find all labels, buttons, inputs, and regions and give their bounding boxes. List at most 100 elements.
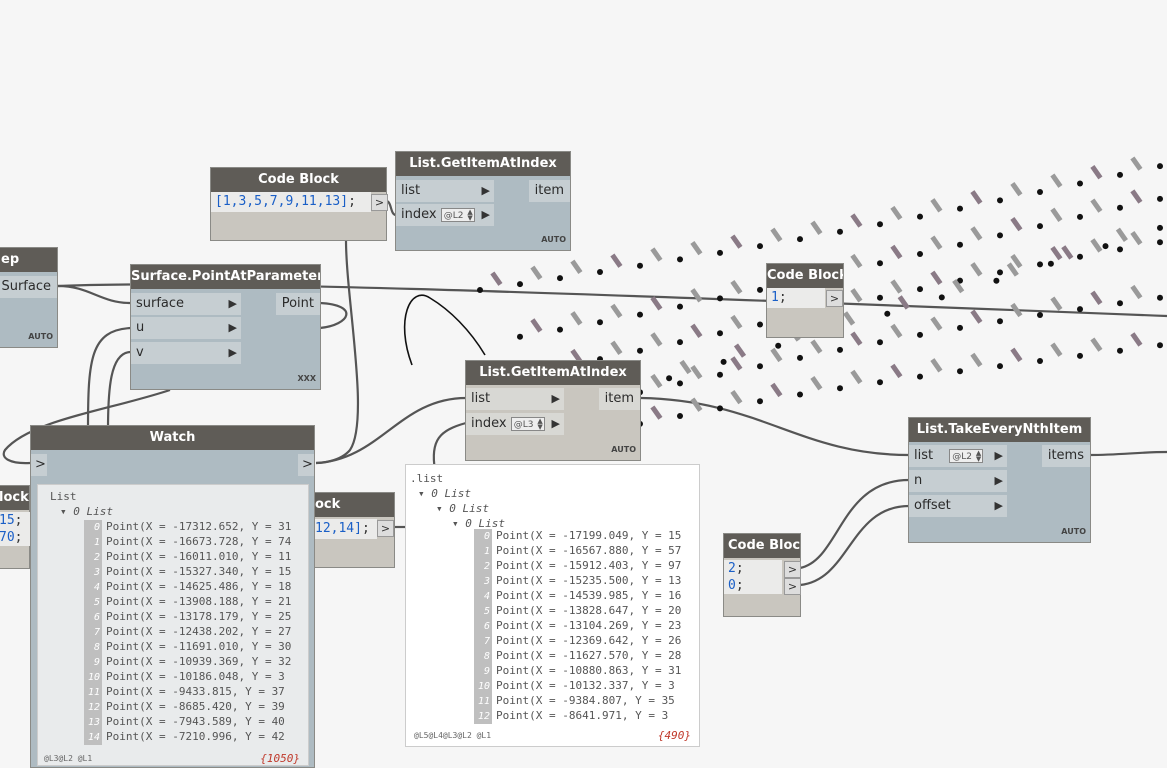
lacing-level-selector[interactable]: @L2 ▲ ▼: [949, 448, 984, 463]
point-dot: [757, 398, 763, 405]
input-port-n[interactable]: n ▶: [909, 470, 1007, 492]
input-port-v[interactable]: v ▶: [131, 342, 241, 364]
code-line-1: 2: [728, 561, 736, 576]
node-preview-bubble[interactable]: .list ▾ 0 List ▾ 0 List ▾ 0 List 0 Point(X = …: [405, 464, 700, 747]
tree-item: 2 Point(X = -15912.403, Y = 97: [474, 558, 681, 574]
node-title: List.GetItemAtIndex: [396, 152, 570, 176]
output-port[interactable]: >: [377, 520, 394, 537]
code-editor[interactable]: 2; 0;: [724, 560, 782, 594]
point-bar: [530, 318, 543, 333]
code-block-node-1[interactable]: Code Block [1,3,5,7,9,11,13]; >: [210, 167, 388, 241]
take-every-nth-item-node[interactable]: List.TakeEveryNthItem list @L2 ▲ ▼ ▶ n ▶ off…: [908, 417, 1091, 543]
get-item-at-index-node-2[interactable]: List.GetItemAtIndex list ▶ index @L3 ▲ ▼ ▶ i…: [465, 360, 641, 461]
code-editor[interactable]: 12,14];: [313, 519, 377, 539]
point-dot: [717, 405, 723, 412]
input-port-list[interactable]: list ▶: [396, 180, 494, 202]
point-dot: [677, 256, 683, 263]
code-editor[interactable]: [1,3,5,7,9,11,13];: [211, 192, 371, 212]
input-port-list[interactable]: list @L2 ▲ ▼ ▶: [909, 445, 1007, 467]
point-bar: [890, 279, 903, 294]
chevron-right-icon: ▶: [994, 449, 1003, 462]
point-bar: [930, 198, 943, 213]
point-bar: [850, 288, 863, 303]
surface-node-partial[interactable]: ep Surface AUTO: [0, 247, 58, 348]
point-bar: [1010, 181, 1023, 197]
spinner-icon[interactable]: ▲ ▼: [467, 208, 472, 221]
output-port-item[interactable]: item: [528, 180, 570, 202]
tree-item: 7 Point(X = -12369.642, Y = 26: [474, 633, 681, 649]
tree-item: 8 Point(X = -11627.570, Y = 28: [474, 648, 681, 664]
wire-pap-v: [106, 350, 132, 431]
output-port-point[interactable]: Point: [275, 293, 320, 315]
point-dot: [877, 379, 883, 386]
point-dot: [997, 197, 1003, 204]
tree-item: 5 Point(X = -13908.188, Y = 21: [84, 594, 291, 610]
point-bar: [810, 339, 823, 354]
code-block-node-3[interactable]: Code Block 2; 0; > >: [723, 533, 801, 617]
input-port[interactable]: >: [31, 454, 47, 476]
lacing-label: AUTO: [1061, 527, 1086, 536]
input-port-list[interactable]: list ▶: [466, 388, 564, 410]
point-dot: [1157, 224, 1163, 231]
point-dot: [1102, 243, 1109, 250]
watch-output-tree[interactable]: List ▾ 0 List 0 Point(X = -17312.652, Y = 3…: [37, 484, 309, 766]
output-port[interactable]: >: [826, 290, 843, 307]
output-port-1[interactable]: >: [784, 561, 801, 578]
code-text: 1: [771, 290, 779, 305]
chevron-right-icon: ▶: [994, 474, 1003, 487]
point-bar: [890, 323, 903, 339]
chevron-right-icon: ▶: [551, 392, 560, 405]
lacing-level-selector[interactable]: @L3 ▲ ▼: [510, 416, 545, 431]
point-bar: [843, 311, 856, 326]
output-port[interactable]: >: [298, 454, 314, 476]
point-dot: [837, 385, 843, 392]
point-bar: [650, 332, 663, 347]
get-item-at-index-node-1[interactable]: List.GetItemAtIndex list ▶ index @L2 ▲ ▼ ▶ i…: [395, 151, 571, 251]
code-block-node-2[interactable]: Code Block 1; >: [766, 263, 844, 338]
lacing-level-selector[interactable]: @L2 ▲ ▼: [440, 207, 475, 222]
wire-take-out: [1089, 450, 1167, 457]
tree-item: 9 Point(X = -10939.369, Y = 32: [84, 654, 291, 670]
point-bar: [930, 316, 943, 331]
input-port-u[interactable]: u ▶: [131, 317, 241, 339]
graph-canvas[interactable]: Code Block [1,3,5,7,9,11,13]; > List.Get…: [0, 0, 1167, 768]
point-bar: [570, 311, 583, 326]
point-bar: [890, 244, 903, 260]
input-port-offset[interactable]: offset ▶: [909, 495, 1007, 517]
code-block-node-partial-left[interactable]: lock 15; 70;: [0, 485, 31, 569]
point-bar: [930, 358, 943, 373]
point-dot: [1157, 239, 1163, 246]
point-bar: [850, 369, 863, 385]
surface-point-at-parameter-node[interactable]: Surface.PointAtParameter surface ▶ u ▶ v ▶ …: [130, 264, 321, 390]
tree-item: 3 Point(X = -15327.340, Y = 15: [84, 564, 291, 580]
spinner-icon[interactable]: ▲ ▼: [976, 449, 981, 462]
code-semicolon: ;: [778, 290, 787, 305]
node-title: Watch: [31, 426, 314, 450]
spinner-icon[interactable]: ▲ ▼: [537, 417, 542, 430]
point-bar: [730, 234, 743, 249]
input-port-index[interactable]: index @L2 ▲ ▼ ▶: [396, 204, 494, 226]
tree-item: 10 Point(X = -10132.337, Y = 3: [474, 678, 675, 694]
output-port-items[interactable]: items: [1041, 445, 1090, 467]
point-bar: [650, 373, 663, 389]
point-bar: [610, 253, 623, 268]
output-port-surface[interactable]: Surface: [0, 276, 57, 298]
wire-gia2-to-take: [640, 396, 910, 457]
point-bar: [890, 363, 903, 379]
code-editor[interactable]: 15; 70;: [0, 512, 31, 546]
output-port-item[interactable]: item: [598, 388, 640, 410]
point-dot: [1077, 253, 1083, 260]
output-port-2[interactable]: >: [784, 578, 801, 595]
code-editor[interactable]: 1;: [767, 288, 825, 308]
point-dot: [993, 277, 1000, 284]
watch-node[interactable]: Watch > > List ▾ 0 List 0 Point(X = -17312.…: [30, 425, 315, 768]
point-bar: [1115, 227, 1128, 242]
input-port-index[interactable]: index @L3 ▲ ▼ ▶: [466, 413, 564, 435]
point-dot: [1117, 171, 1123, 178]
port-label: u: [136, 320, 145, 335]
output-port[interactable]: >: [371, 194, 388, 211]
point-bar: [1050, 342, 1063, 357]
port-label: v: [136, 345, 144, 360]
point-bar: [1130, 332, 1143, 347]
input-port-surface[interactable]: surface ▶: [131, 293, 241, 315]
